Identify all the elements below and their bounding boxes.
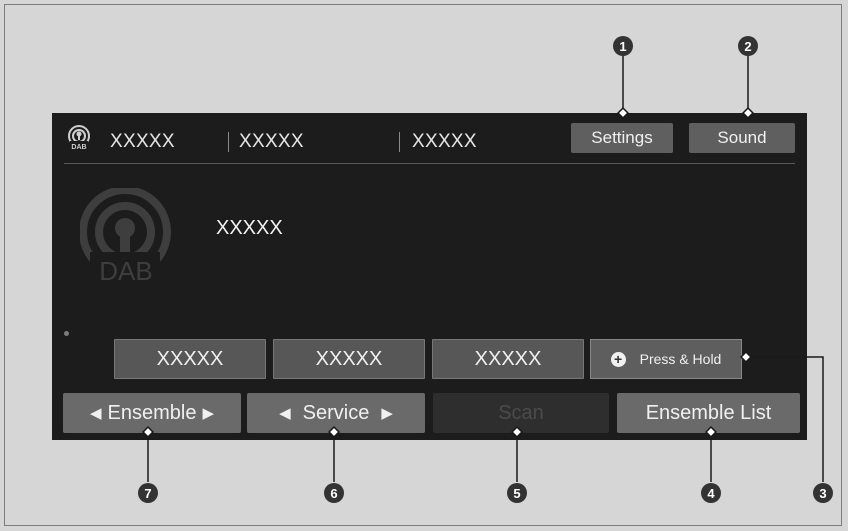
dab-logo-icon: DAB (80, 188, 171, 286)
ensemble-label: Ensemble (107, 401, 197, 424)
plus-icon: + (610, 351, 626, 367)
audio-screen: DAB XXXXX XXXXX XXXXX Settings Sound DAB… (52, 113, 807, 440)
callout-3: 3 (813, 483, 833, 503)
preset-3-button[interactable]: XXXXX (432, 339, 584, 379)
arrow-left-icon: ◀ (89, 405, 102, 422)
ensemble-button[interactable]: ◀ Ensemble ▶ (63, 393, 241, 433)
service-button[interactable]: ◀ Service ▶ (247, 393, 425, 433)
status-divider (399, 132, 400, 152)
preset-1-button[interactable]: XXXXX (114, 339, 266, 379)
status-divider (228, 132, 229, 152)
svg-text:DAB: DAB (99, 256, 152, 286)
callout-7: 7 (138, 483, 158, 503)
dab-radio-icon: DAB (68, 125, 90, 151)
callout-2: 2 (738, 36, 758, 56)
callout-5: 5 (507, 483, 527, 503)
callout-4: 4 (701, 483, 721, 503)
preset-2-button[interactable]: XXXXX (273, 339, 425, 379)
arrow-right-icon: ▶ (202, 405, 215, 422)
service-label: Service (302, 401, 370, 424)
scan-button[interactable]: Scan (433, 393, 609, 433)
callout-1: 1 (613, 36, 633, 56)
press-hold-label: Press & Hold (639, 351, 722, 367)
add-preset-button[interactable]: + Press & Hold (590, 339, 742, 379)
callout-6: 6 (324, 483, 344, 503)
ensemble-list-button[interactable]: Ensemble List (617, 393, 800, 433)
sound-button[interactable]: Sound (689, 123, 795, 153)
status-divider-line (64, 163, 795, 164)
station-name: XXXXX (216, 217, 283, 239)
status-item-2: XXXXX (239, 131, 304, 152)
arrow-right-icon: ▶ (381, 405, 393, 422)
arrow-left-icon: ◀ (279, 405, 291, 422)
page-indicator (64, 331, 69, 336)
status-item-1: XXXXX (110, 131, 175, 152)
settings-button[interactable]: Settings (571, 123, 673, 153)
status-bar: DAB XXXXX XXXXX XXXXX Settings Sound (52, 113, 807, 161)
svg-text:DAB: DAB (71, 144, 86, 151)
status-item-3: XXXXX (412, 131, 477, 152)
